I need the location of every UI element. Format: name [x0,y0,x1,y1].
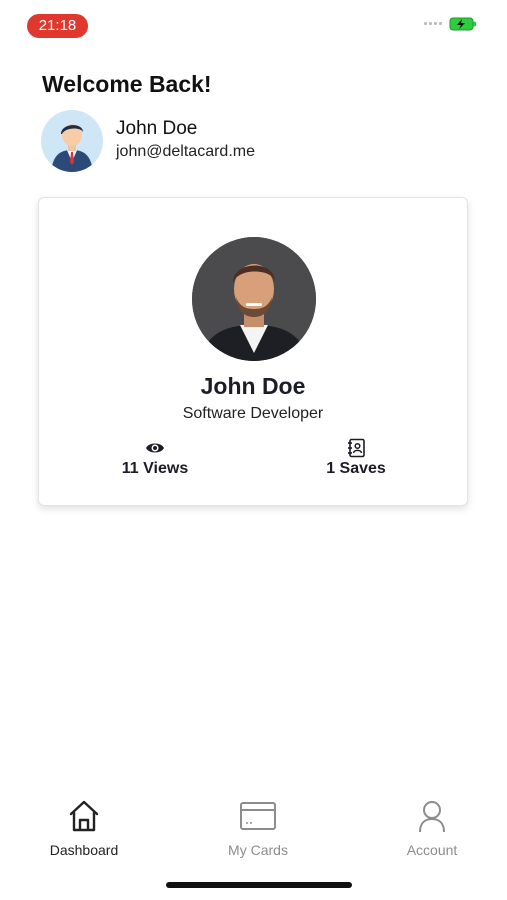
nav-account-label: Account [406,842,458,858]
card-name: John Doe [200,373,306,399]
nav-my-cards[interactable]: My Cards [203,798,313,858]
profile-photo [192,237,316,361]
views-count: 11 Views [121,460,189,477]
business-card[interactable]: John Doe Software Developer 11 Views 1 S… [38,197,468,506]
nav-my-cards-label: My Cards [228,842,288,858]
saves-count: 1 Saves [326,460,386,477]
user-avatar[interactable] [41,110,103,172]
profile-photo-illustration [192,237,316,361]
status-time: 21:18 [27,14,88,38]
card-job-title: Software Developer [182,405,324,422]
saves-stat: 1 Saves [296,438,416,478]
battery-icon [449,17,476,31]
contact-book-icon [348,438,365,458]
person-icon [419,801,445,833]
home-icon [69,800,99,832]
user-avatar-illustration [41,110,103,172]
dashboard-screen: 21:18 Welcome Back! John Doe john@deltac… [0,0,507,900]
eye-icon [146,443,164,453]
card-icon [240,802,276,830]
user-email: john@deltacard.me [116,143,255,160]
nav-account[interactable]: Account [377,798,487,858]
home-indicator[interactable] [166,882,352,888]
welcome-heading: Welcome Back! [42,71,212,97]
signal-icon [424,22,442,25]
views-stat: 11 Views [95,438,215,478]
nav-dashboard-label: Dashboard [49,842,119,858]
nav-dashboard[interactable]: Dashboard [29,798,139,858]
user-name: John Doe [116,118,198,139]
